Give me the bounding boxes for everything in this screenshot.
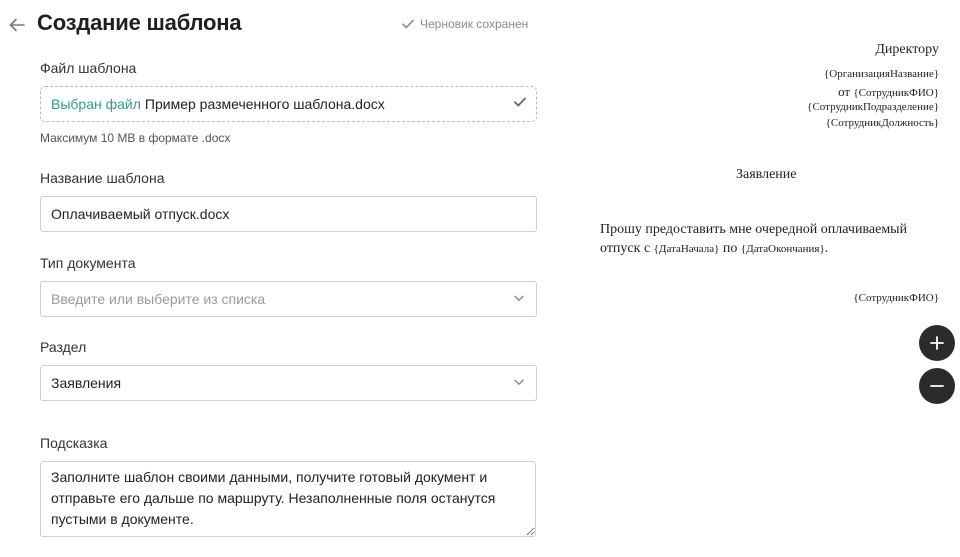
draft-status-text: Черновик сохранен xyxy=(420,17,529,31)
section-select[interactable]: Заявления xyxy=(40,365,537,401)
chevron-down-icon xyxy=(514,379,524,385)
file-name: Пример размеченного шаблона.docx xyxy=(144,96,385,112)
preview-body: Прошу предоставить мне очередной оплачив… xyxy=(600,220,945,259)
check-icon xyxy=(402,19,414,29)
zoom-in-button[interactable] xyxy=(919,325,955,361)
zoom-out-button[interactable] xyxy=(919,368,955,404)
file-field-label: Файл шаблона xyxy=(40,60,137,76)
template-name-label: Название шаблона xyxy=(40,170,165,186)
preview-from-line: от {СотрудникФИО} xyxy=(838,84,939,100)
page-title: Создание шаблона xyxy=(37,10,242,35)
back-button[interactable] xyxy=(6,14,28,36)
doc-type-placeholder: Введите или выберите из списка xyxy=(51,291,266,307)
doc-type-select[interactable]: Введите или выберите из списка xyxy=(40,281,537,317)
preview-doc-title: Заявление xyxy=(736,167,797,182)
file-limit-hint: Максимум 10 MB в формате .docx xyxy=(40,131,231,145)
preview-employee-position: {СотрудникДолжность} xyxy=(825,117,939,129)
preview-org-name: {ОрганизацияНазвание} xyxy=(824,68,939,80)
preview-to-title: Директору xyxy=(875,42,939,57)
doc-type-label: Тип документа xyxy=(40,255,136,271)
preview-body-text-3: . xyxy=(824,241,829,256)
hint-label: Подсказка xyxy=(40,435,108,451)
section-value: Заявления xyxy=(51,375,122,391)
check-icon xyxy=(514,97,526,107)
selected-file-link[interactable]: Выбран файл xyxy=(51,96,141,112)
preview-start-var: {ДатаНачала} xyxy=(653,243,720,255)
file-dropzone[interactable]: Выбран файл Пример размеченного шаблона.… xyxy=(40,86,537,122)
document-preview: Директору {ОрганизацияНазвание} от {Сотр… xyxy=(580,0,960,557)
preview-employee-department: {СотрудникПодразделение} xyxy=(807,101,939,113)
plus-icon xyxy=(930,336,944,350)
minus-icon xyxy=(930,385,944,387)
draft-status: Черновик сохранен xyxy=(402,17,528,31)
preview-employee-name: {СотрудникФИО} xyxy=(853,87,939,99)
hint-textarea[interactable]: Заполните шаблон своими данными, получит… xyxy=(40,461,536,537)
arrow-left-icon xyxy=(9,18,25,32)
preview-body-text-2: по xyxy=(722,241,738,256)
template-name-input[interactable] xyxy=(40,196,537,232)
preview-end-var: {ДатаОкончания} xyxy=(740,243,825,255)
chevron-down-icon xyxy=(514,295,524,301)
section-label: Раздел xyxy=(40,339,87,355)
preview-signature: {СотрудникФИО} xyxy=(853,292,939,304)
preview-from-prefix: от xyxy=(838,84,851,99)
